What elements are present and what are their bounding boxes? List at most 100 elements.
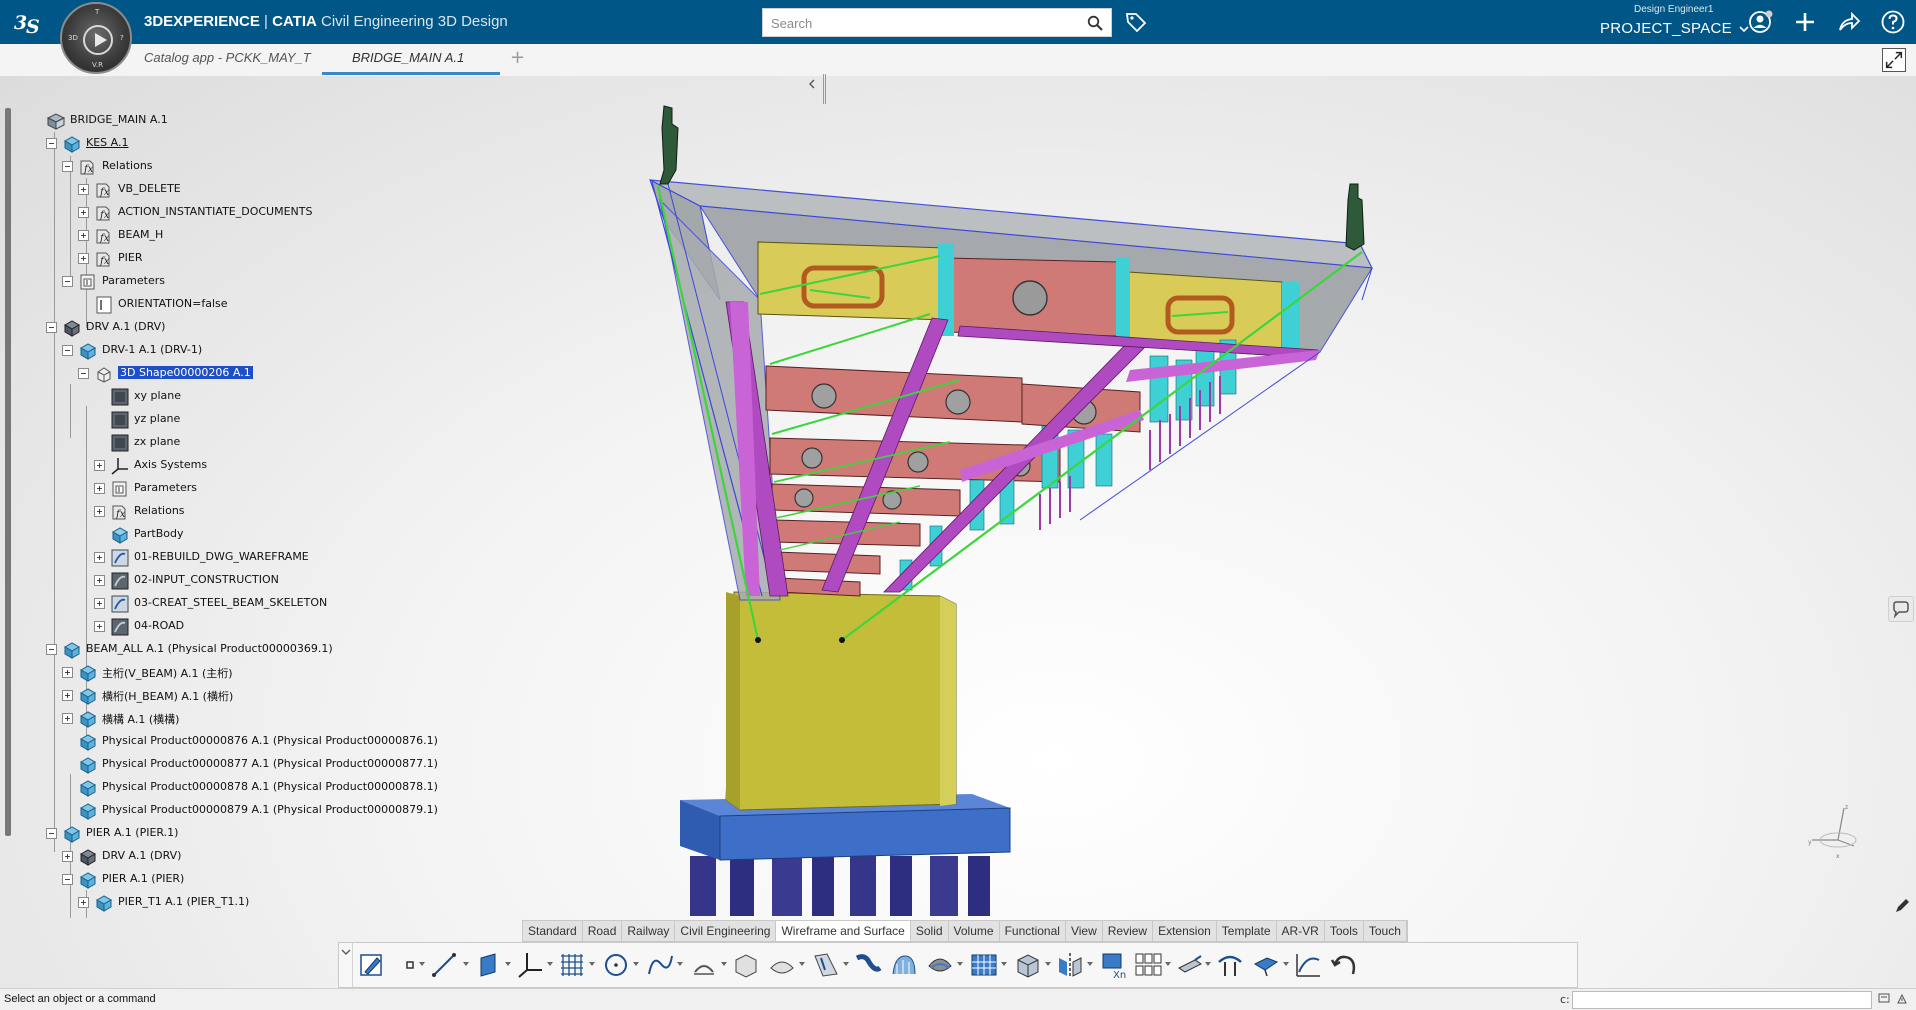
chevron-down-icon[interactable] xyxy=(1087,962,1093,966)
tab-extension[interactable]: Extension xyxy=(1153,921,1217,941)
expand-toggle[interactable] xyxy=(78,184,89,195)
maximize-icon[interactable] xyxy=(1882,48,1906,72)
blend-icon[interactable] xyxy=(925,950,955,980)
collapse-toggle[interactable] xyxy=(46,322,57,333)
collapse-tree-arrow-icon[interactable] xyxy=(806,78,820,92)
expand-toggle[interactable] xyxy=(62,690,73,701)
tab-volume[interactable]: Volume xyxy=(949,921,1000,941)
axis-triad-icon[interactable]: z y x xyxy=(1808,800,1868,860)
expand-toggle[interactable] xyxy=(94,621,105,632)
sketch-icon[interactable] xyxy=(357,950,387,980)
help-icon[interactable] xyxy=(1880,9,1906,35)
chevron-down-icon[interactable] xyxy=(589,962,595,966)
chevron-down-icon[interactable] xyxy=(1165,962,1171,966)
share-icon[interactable] xyxy=(1836,9,1862,35)
chevron-down-icon[interactable] xyxy=(1283,962,1289,966)
expand-toggle[interactable] xyxy=(78,207,89,218)
revolve-surface-icon[interactable] xyxy=(767,950,797,980)
collapse-toggle[interactable] xyxy=(46,138,57,149)
chevron-down-icon[interactable] xyxy=(505,962,511,966)
tab-tools[interactable]: Tools xyxy=(1325,921,1364,941)
tab-railway[interactable]: Railway xyxy=(622,921,676,941)
collapse-toggle[interactable] xyxy=(62,345,73,356)
message-icon[interactable] xyxy=(1878,993,1890,1005)
pier-column[interactable] xyxy=(725,591,957,811)
dassault-logo-icon[interactable]: 3 S xyxy=(12,6,46,38)
play-icon[interactable] xyxy=(83,25,113,55)
loft-icon[interactable] xyxy=(889,950,919,980)
expand-toggle[interactable] xyxy=(94,460,105,471)
pattern-icon[interactable] xyxy=(1133,950,1163,980)
expand-toggle[interactable] xyxy=(94,552,105,563)
tab-road[interactable]: Road xyxy=(583,921,623,941)
search-field[interactable] xyxy=(762,8,1112,37)
tab-catalog-app[interactable]: Catalog app - PCKK_MAY_T xyxy=(144,50,311,65)
chevron-down-icon[interactable] xyxy=(677,962,683,966)
plus-icon[interactable] xyxy=(1792,9,1818,35)
tab-wireframe-and-surface[interactable]: Wireframe and Surface xyxy=(776,921,911,941)
action-bar-collapse-button[interactable] xyxy=(339,943,353,987)
tab-bridge-main[interactable]: BRIDGE_MAIN A.1 xyxy=(352,50,464,65)
tab-review[interactable]: Review xyxy=(1103,921,1154,941)
expand-toggle[interactable] xyxy=(78,897,89,908)
chevron-down-icon[interactable] xyxy=(1205,962,1211,966)
plane-tool-icon[interactable] xyxy=(473,950,503,980)
collapse-toggle[interactable] xyxy=(46,644,57,655)
expand-toggle[interactable] xyxy=(78,230,89,241)
collapse-toggle[interactable] xyxy=(62,161,73,172)
expand-toggle[interactable] xyxy=(94,575,105,586)
command-input[interactable] xyxy=(1572,991,1872,1009)
tab-template[interactable]: Template xyxy=(1217,921,1277,941)
sweep-icon[interactable] xyxy=(811,950,841,980)
user-profile-icon[interactable] xyxy=(1748,9,1774,35)
axis-system-tool-icon[interactable] xyxy=(515,950,545,980)
expand-toggle[interactable] xyxy=(94,506,105,517)
tab-view[interactable]: View xyxy=(1066,921,1103,941)
expand-toggle[interactable] xyxy=(94,483,105,494)
chevron-down-icon[interactable] xyxy=(419,962,425,966)
compass-widget[interactable]: T 3D ? V.R xyxy=(60,2,132,74)
chevron-down-icon[interactable] xyxy=(633,962,639,966)
chevron-down-icon[interactable] xyxy=(843,962,849,966)
expand-toggle[interactable] xyxy=(62,851,73,862)
offset-surface-icon[interactable] xyxy=(1215,950,1245,980)
add-tab-button[interactable]: + xyxy=(510,47,525,68)
pen-icon[interactable] xyxy=(1894,898,1910,914)
symmetry-icon[interactable] xyxy=(1055,950,1085,980)
collapse-toggle[interactable] xyxy=(46,828,57,839)
alert-icon[interactable] xyxy=(1896,993,1908,1005)
tab-civil-engineering[interactable]: Civil Engineering xyxy=(675,921,777,941)
collapse-toggle[interactable] xyxy=(62,874,73,885)
extrude-surface-icon[interactable] xyxy=(731,950,761,980)
expand-toggle[interactable] xyxy=(78,253,89,264)
tab-standard[interactable]: Standard xyxy=(523,921,583,941)
tab-solid[interactable]: Solid xyxy=(911,921,949,941)
tab-touch[interactable]: Touch xyxy=(1364,921,1407,941)
search-input[interactable] xyxy=(771,14,1071,32)
translate-xn-icon[interactable]: Xn xyxy=(1099,950,1129,980)
chevron-down-icon[interactable] xyxy=(547,962,553,966)
tree-scrollbar[interactable] xyxy=(5,108,11,836)
chevron-down-icon[interactable] xyxy=(799,962,805,966)
tag-icon[interactable] xyxy=(1124,10,1148,34)
spline-icon[interactable] xyxy=(645,950,675,980)
collapse-toggle[interactable] xyxy=(78,368,89,379)
tab-functional[interactable]: Functional xyxy=(1000,921,1066,941)
collapse-toggle[interactable] xyxy=(62,276,73,287)
law-curve-icon[interactable] xyxy=(1293,950,1323,980)
project-selector[interactable]: PROJECT_SPACE xyxy=(1600,20,1750,37)
tab-ar-vr[interactable]: AR-VR xyxy=(1277,921,1325,941)
chevron-down-icon[interactable] xyxy=(1001,962,1007,966)
grid-icon[interactable] xyxy=(557,950,587,980)
helix-icon[interactable] xyxy=(689,950,719,980)
chevron-down-icon[interactable] xyxy=(957,962,963,966)
panel-splitter[interactable] xyxy=(823,74,826,104)
chevron-down-icon[interactable] xyxy=(721,962,727,966)
pier-piles[interactable] xyxy=(690,856,990,916)
search-icon[interactable] xyxy=(1087,15,1103,31)
join-icon[interactable] xyxy=(969,950,999,980)
chevron-down-icon[interactable] xyxy=(463,962,469,966)
extract-icon[interactable] xyxy=(1175,950,1205,980)
split-icon[interactable] xyxy=(1251,950,1281,980)
side-panel-toggle[interactable] xyxy=(1888,596,1914,622)
